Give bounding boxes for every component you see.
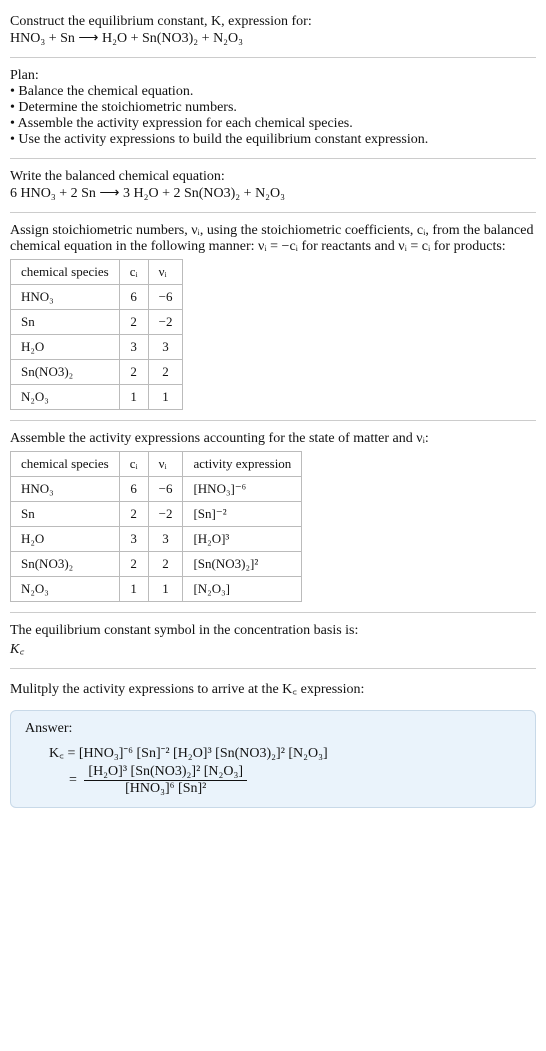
balanced-section: Write the balanced chemical equation: 6 … bbox=[10, 163, 536, 208]
activity-cell: [N₂O₃] bbox=[183, 577, 302, 602]
plan-bullet: • Assemble the activity expression for e… bbox=[10, 116, 536, 132]
ci-cell: 3 bbox=[119, 335, 148, 360]
ci-cell: 1 bbox=[119, 577, 148, 602]
activity-table: chemical species cᵢ νᵢ activity expressi… bbox=[10, 451, 302, 602]
ci-cell: 2 bbox=[119, 502, 148, 527]
species-cell: HNO₃ bbox=[11, 285, 120, 310]
table-row: Sn 2 −2 [Sn]⁻² bbox=[11, 502, 302, 527]
vi-cell: 2 bbox=[148, 552, 183, 577]
table-row: H₂O 3 3 [H₂O]³ bbox=[11, 527, 302, 552]
table-row: Sn(NO3)₂ 2 2 bbox=[11, 360, 183, 385]
header-text1: Construct the equilibrium constant, K, e… bbox=[10, 14, 536, 30]
col-species: chemical species bbox=[11, 452, 120, 477]
activity-section: Assemble the activity expressions accoun… bbox=[10, 425, 536, 608]
vi-cell: 1 bbox=[148, 385, 183, 410]
answer-line1: K꜀ = [HNO₃]⁻⁶ [Sn]⁻² [H₂O]³ [Sn(NO3)₂]² … bbox=[25, 743, 521, 762]
plan-bullet: • Determine the stoichiometric numbers. bbox=[10, 100, 536, 116]
multiply-section: Mulitply the activity expressions to arr… bbox=[10, 673, 536, 704]
ci-cell: 6 bbox=[119, 285, 148, 310]
table-row: N₂O₃ 1 1 bbox=[11, 385, 183, 410]
plan-bullet: • Use the activity expressions to build … bbox=[10, 132, 536, 148]
table-row: Sn(NO3)₂ 2 2 [Sn(NO3)₂]² bbox=[11, 552, 302, 577]
ci-cell: 1 bbox=[119, 385, 148, 410]
activity-cell: [Sn]⁻² bbox=[183, 502, 302, 527]
stoich-table: chemical species cᵢ νᵢ HNO₃ 6 −6 Sn 2 −2… bbox=[10, 259, 183, 410]
answer-fraction-row: = [H₂O]³ [Sn(NO3)₂]² [N₂O₃] [HNO₃]⁶ [Sn]… bbox=[25, 764, 521, 797]
symbol-section: The equilibrium constant symbol in the c… bbox=[10, 617, 536, 664]
ci-cell: 6 bbox=[119, 477, 148, 502]
assign-section: Assign stoichiometric numbers, νᵢ, using… bbox=[10, 217, 536, 416]
col-ci: cᵢ bbox=[119, 260, 148, 285]
plan-bullet: • Balance the chemical equation. bbox=[10, 84, 536, 100]
vi-cell: 3 bbox=[148, 335, 183, 360]
answer-eq-prefix: = bbox=[69, 773, 80, 788]
vi-cell: 3 bbox=[148, 527, 183, 552]
species-cell: H₂O bbox=[11, 527, 120, 552]
multiply-text: Mulitply the activity expressions to arr… bbox=[10, 679, 536, 698]
balanced-eq: 6 HNO₃ + 2 Sn ⟶ 3 H₂O + 2 Sn(NO3)₂ + N₂O… bbox=[10, 185, 536, 202]
answer-fraction: [H₂O]³ [Sn(NO3)₂]² [N₂O₃] [HNO₃]⁶ [Sn]² bbox=[84, 764, 247, 797]
plan-section: Plan: • Balance the chemical equation. •… bbox=[10, 62, 536, 154]
header-section: Construct the equilibrium constant, K, e… bbox=[10, 8, 536, 53]
answer-box: Answer: K꜀ = [HNO₃]⁻⁶ [Sn]⁻² [H₂O]³ [Sn(… bbox=[10, 710, 536, 808]
table-row: HNO₃ 6 −6 bbox=[11, 285, 183, 310]
table-row: H₂O 3 3 bbox=[11, 335, 183, 360]
table-header: chemical species cᵢ νᵢ activity expressi… bbox=[11, 452, 302, 477]
species-cell: N₂O₃ bbox=[11, 385, 120, 410]
col-vi: νᵢ bbox=[148, 452, 183, 477]
ci-cell: 2 bbox=[119, 310, 148, 335]
vi-cell: −6 bbox=[148, 477, 183, 502]
species-cell: Sn bbox=[11, 310, 120, 335]
table-row: HNO₃ 6 −6 [HNO₃]⁻⁶ bbox=[11, 477, 302, 502]
header-eq: HNO₃ + Sn ⟶ H₂O + Sn(NO3)₂ + N₂O₃ bbox=[10, 30, 536, 47]
species-cell: Sn(NO3)₂ bbox=[11, 360, 120, 385]
fraction-numerator: [H₂O]³ [Sn(NO3)₂]² [N₂O₃] bbox=[84, 764, 247, 781]
col-species: chemical species bbox=[11, 260, 120, 285]
ci-cell: 2 bbox=[119, 360, 148, 385]
species-cell: N₂O₃ bbox=[11, 577, 120, 602]
ci-cell: 2 bbox=[119, 552, 148, 577]
table-row: N₂O₃ 1 1 [N₂O₃] bbox=[11, 577, 302, 602]
species-cell: HNO₃ bbox=[11, 477, 120, 502]
species-cell: Sn bbox=[11, 502, 120, 527]
activity-cell: [H₂O]³ bbox=[183, 527, 302, 552]
table-header: chemical species cᵢ νᵢ bbox=[11, 260, 183, 285]
activity-cell: [Sn(NO3)₂]² bbox=[183, 552, 302, 577]
vi-cell: −2 bbox=[148, 310, 183, 335]
vi-cell: 1 bbox=[148, 577, 183, 602]
fraction-denominator: [HNO₃]⁶ [Sn]² bbox=[84, 781, 247, 797]
col-vi: νᵢ bbox=[148, 260, 183, 285]
answer-label: Answer: bbox=[25, 721, 521, 737]
plan-title: Plan: bbox=[10, 68, 536, 84]
col-activity: activity expression bbox=[183, 452, 302, 477]
activity-text: Assemble the activity expressions accoun… bbox=[10, 431, 536, 447]
assign-text: Assign stoichiometric numbers, νᵢ, using… bbox=[10, 223, 536, 255]
species-cell: Sn(NO3)₂ bbox=[11, 552, 120, 577]
vi-cell: 2 bbox=[148, 360, 183, 385]
balanced-title: Write the balanced chemical equation: bbox=[10, 169, 536, 185]
symbol-text: The equilibrium constant symbol in the c… bbox=[10, 623, 536, 639]
species-cell: H₂O bbox=[11, 335, 120, 360]
kc-symbol: K꜀ bbox=[10, 639, 536, 658]
activity-cell: [HNO₃]⁻⁶ bbox=[183, 477, 302, 502]
ci-cell: 3 bbox=[119, 527, 148, 552]
table-row: Sn 2 −2 bbox=[11, 310, 183, 335]
vi-cell: −2 bbox=[148, 502, 183, 527]
vi-cell: −6 bbox=[148, 285, 183, 310]
col-ci: cᵢ bbox=[119, 452, 148, 477]
